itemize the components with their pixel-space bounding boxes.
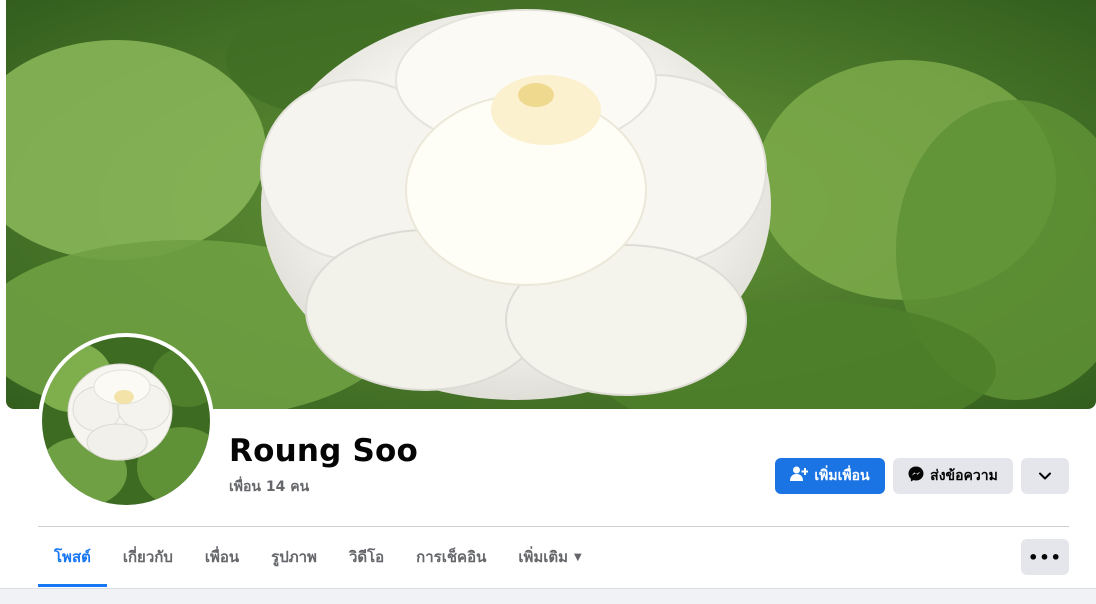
messenger-icon [908,466,924,486]
profile-page: Roung Soo เพื่อน 14 คน เพิ่มเพื่อน ส่งข้… [0,0,1096,604]
caret-down-icon: ▼ [574,551,582,563]
tab-posts[interactable]: โพสต์ [38,528,107,587]
avatar-image [42,337,210,505]
message-label: ส่งข้อความ [930,468,998,484]
add-friend-button[interactable]: เพิ่มเพื่อน [775,458,885,494]
ellipsis-icon: ••• [1028,547,1062,567]
tab-label: วิดีโอ [348,548,385,566]
content-area-top [0,588,1096,604]
more-options-button[interactable]: ••• [1021,539,1069,575]
profile-name: Roung Soo [229,433,419,469]
tab-photos[interactable]: รูปภาพ [255,528,333,586]
tab-label: เพื่อน [204,548,240,566]
tab-friends[interactable]: เพื่อน [189,528,255,586]
tab-label: การเช็คอิน [416,548,487,566]
friend-count[interactable]: เพื่อน 14 คน [229,476,309,498]
tab-more[interactable]: เพิ่มเติม ▼ [502,528,597,586]
header-divider [38,526,1069,527]
tab-label: เพิ่มเติม [518,548,569,566]
tab-label: โพสต์ [54,548,91,566]
tab-videos[interactable]: วิดีโอ [333,528,400,586]
person-plus-icon [790,466,809,486]
add-friend-label: เพิ่มเพื่อน [814,468,870,484]
tab-about[interactable]: เกี่ยวกับ [107,528,189,586]
profile-options-button[interactable] [1021,458,1069,494]
message-button[interactable]: ส่งข้อความ [893,458,1013,494]
tab-label: เกี่ยวกับ [122,548,173,566]
profile-avatar[interactable] [38,333,214,509]
tab-label: รูปภาพ [271,548,317,566]
profile-tabs: โพสต์ เกี่ยวกับ เพื่อน รูปภาพ วิดีโอ การ… [38,528,598,588]
tab-checkins[interactable]: การเช็คอิน [400,528,502,586]
chevron-down-icon [1039,468,1051,484]
